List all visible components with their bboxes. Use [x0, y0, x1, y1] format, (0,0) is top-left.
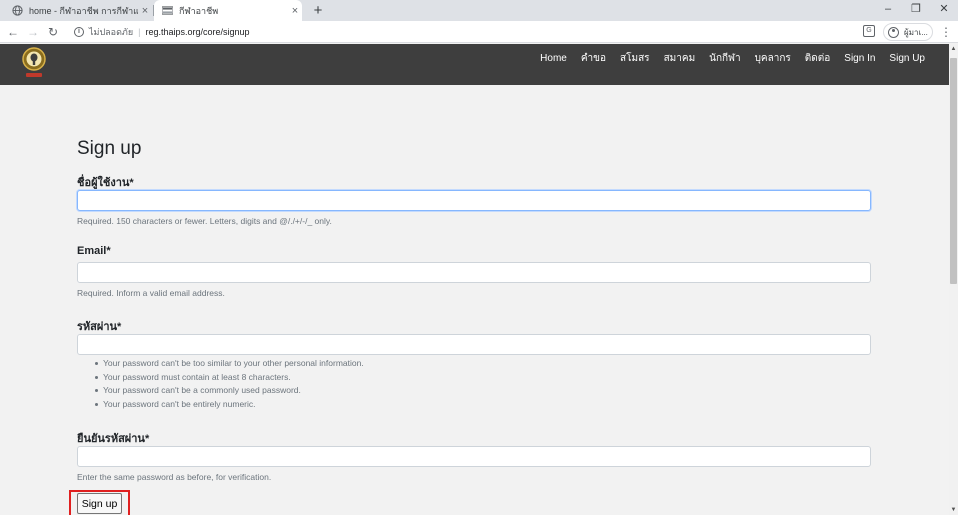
- url-text[interactable]: reg.thaips.org/core/signup: [146, 27, 250, 37]
- password-help-list: Your password can't be too similar to yo…: [95, 358, 364, 413]
- minimize-button[interactable]: –: [874, 0, 902, 21]
- restore-button[interactable]: ❐: [902, 0, 930, 21]
- nav-link-clubs[interactable]: สโมสร: [620, 51, 650, 66]
- password-input[interactable]: [77, 334, 871, 355]
- close-tab-icon[interactable]: ×: [138, 5, 152, 17]
- password-help-item: Your password can't be a commonly used p…: [95, 385, 364, 399]
- browser-tab-bar: home - กีฬาอาชีพ การกีฬาแห่งประเทศไทย × …: [0, 0, 958, 21]
- nav-link-contact[interactable]: ติดต่อ: [805, 51, 831, 66]
- forward-button[interactable]: →: [24, 21, 42, 43]
- username-help: Required. 150 characters or fewer. Lette…: [77, 216, 332, 226]
- new-tab-button[interactable]: +: [309, 0, 327, 21]
- scroll-down-arrow-icon[interactable]: ▼: [949, 505, 958, 515]
- profile-label: ผู้มาเ...: [904, 27, 928, 37]
- page-viewport: Home คำขอ สโมสร สมาคม นักกีฬา บุคลากร ติ…: [0, 44, 949, 515]
- address-separator: |: [138, 27, 141, 37]
- info-icon[interactable]: i: [74, 27, 84, 37]
- scroll-up-arrow-icon[interactable]: ▲: [949, 44, 958, 54]
- password-help-item: Your password must contain at least 8 ch…: [95, 372, 364, 386]
- site-logo[interactable]: [20, 46, 48, 80]
- globe-icon: [12, 5, 23, 16]
- browser-tab-home[interactable]: home - กีฬาอาชีพ การกีฬาแห่งประเทศไทย ×: [6, 0, 152, 21]
- address-bar[interactable]: i ไม่ปลอดภัย | reg.thaips.org/core/signu…: [70, 23, 850, 41]
- page-scrollbar[interactable]: ▲ ▼: [949, 44, 958, 515]
- site-nav-links: Home คำขอ สโมสร สมาคม นักกีฬา บุคลากร ติ…: [526, 44, 925, 72]
- email-label: Email*: [77, 245, 111, 257]
- password-help-item: Your password can't be too similar to yo…: [95, 358, 364, 372]
- nav-link-athletes[interactable]: นักกีฬา: [709, 51, 740, 66]
- sign-up-button[interactable]: Sign up: [77, 493, 122, 514]
- site-navbar: Home คำขอ สโมสร สมาคม นักกีฬา บุคลากร ติ…: [0, 44, 949, 85]
- close-window-button[interactable]: ✕: [930, 0, 958, 21]
- browser-tab-active[interactable]: กีฬาอาชีพ ×: [154, 0, 302, 21]
- nav-link-sign-in[interactable]: Sign In: [844, 53, 875, 64]
- email-input[interactable]: [77, 262, 871, 283]
- tab-title: home - กีฬาอาชีพ การกีฬาแห่งประเทศไทย: [29, 5, 138, 16]
- password-confirm-help: Enter the same password as before, for v…: [77, 472, 272, 482]
- browser-toolbar: ← → ↻ i ไม่ปลอดภัย | reg.thaips.org/core…: [0, 21, 958, 43]
- nav-link-sign-up[interactable]: Sign Up: [889, 53, 925, 64]
- password-confirm-input[interactable]: [77, 446, 871, 467]
- back-button[interactable]: ←: [4, 21, 22, 43]
- username-input[interactable]: [77, 190, 871, 211]
- password-confirm-label: ยืนยันรหัสผ่าน*: [77, 433, 150, 445]
- security-label[interactable]: ไม่ปลอดภัย: [89, 25, 133, 39]
- password-label: รหัสผ่าน*: [77, 321, 122, 333]
- close-tab-icon[interactable]: ×: [288, 5, 302, 17]
- page-title: Sign up: [77, 138, 142, 159]
- avatar-icon: [888, 26, 899, 38]
- password-help-item: Your password can't be entirely numeric.: [95, 399, 364, 413]
- reload-button[interactable]: ↻: [44, 21, 62, 43]
- email-help: Required. Inform a valid email address.: [77, 288, 225, 298]
- username-label: ชื่อผู้ใช้งาน*: [77, 177, 134, 189]
- nav-link-personnel[interactable]: บุคลากร: [755, 51, 791, 66]
- profile-button[interactable]: ผู้มาเ...: [883, 23, 933, 41]
- scroll-thumb[interactable]: [950, 58, 957, 284]
- site-favicon-icon: [162, 6, 173, 15]
- translate-icon[interactable]: G: [863, 25, 875, 37]
- tab-title: กีฬาอาชีพ: [179, 5, 219, 16]
- browser-menu-icon[interactable]: ⋮: [940, 21, 952, 43]
- nav-link-home[interactable]: Home: [540, 53, 567, 64]
- nav-link-requests[interactable]: คำขอ: [581, 51, 606, 66]
- nav-link-associations[interactable]: สมาคม: [664, 51, 696, 66]
